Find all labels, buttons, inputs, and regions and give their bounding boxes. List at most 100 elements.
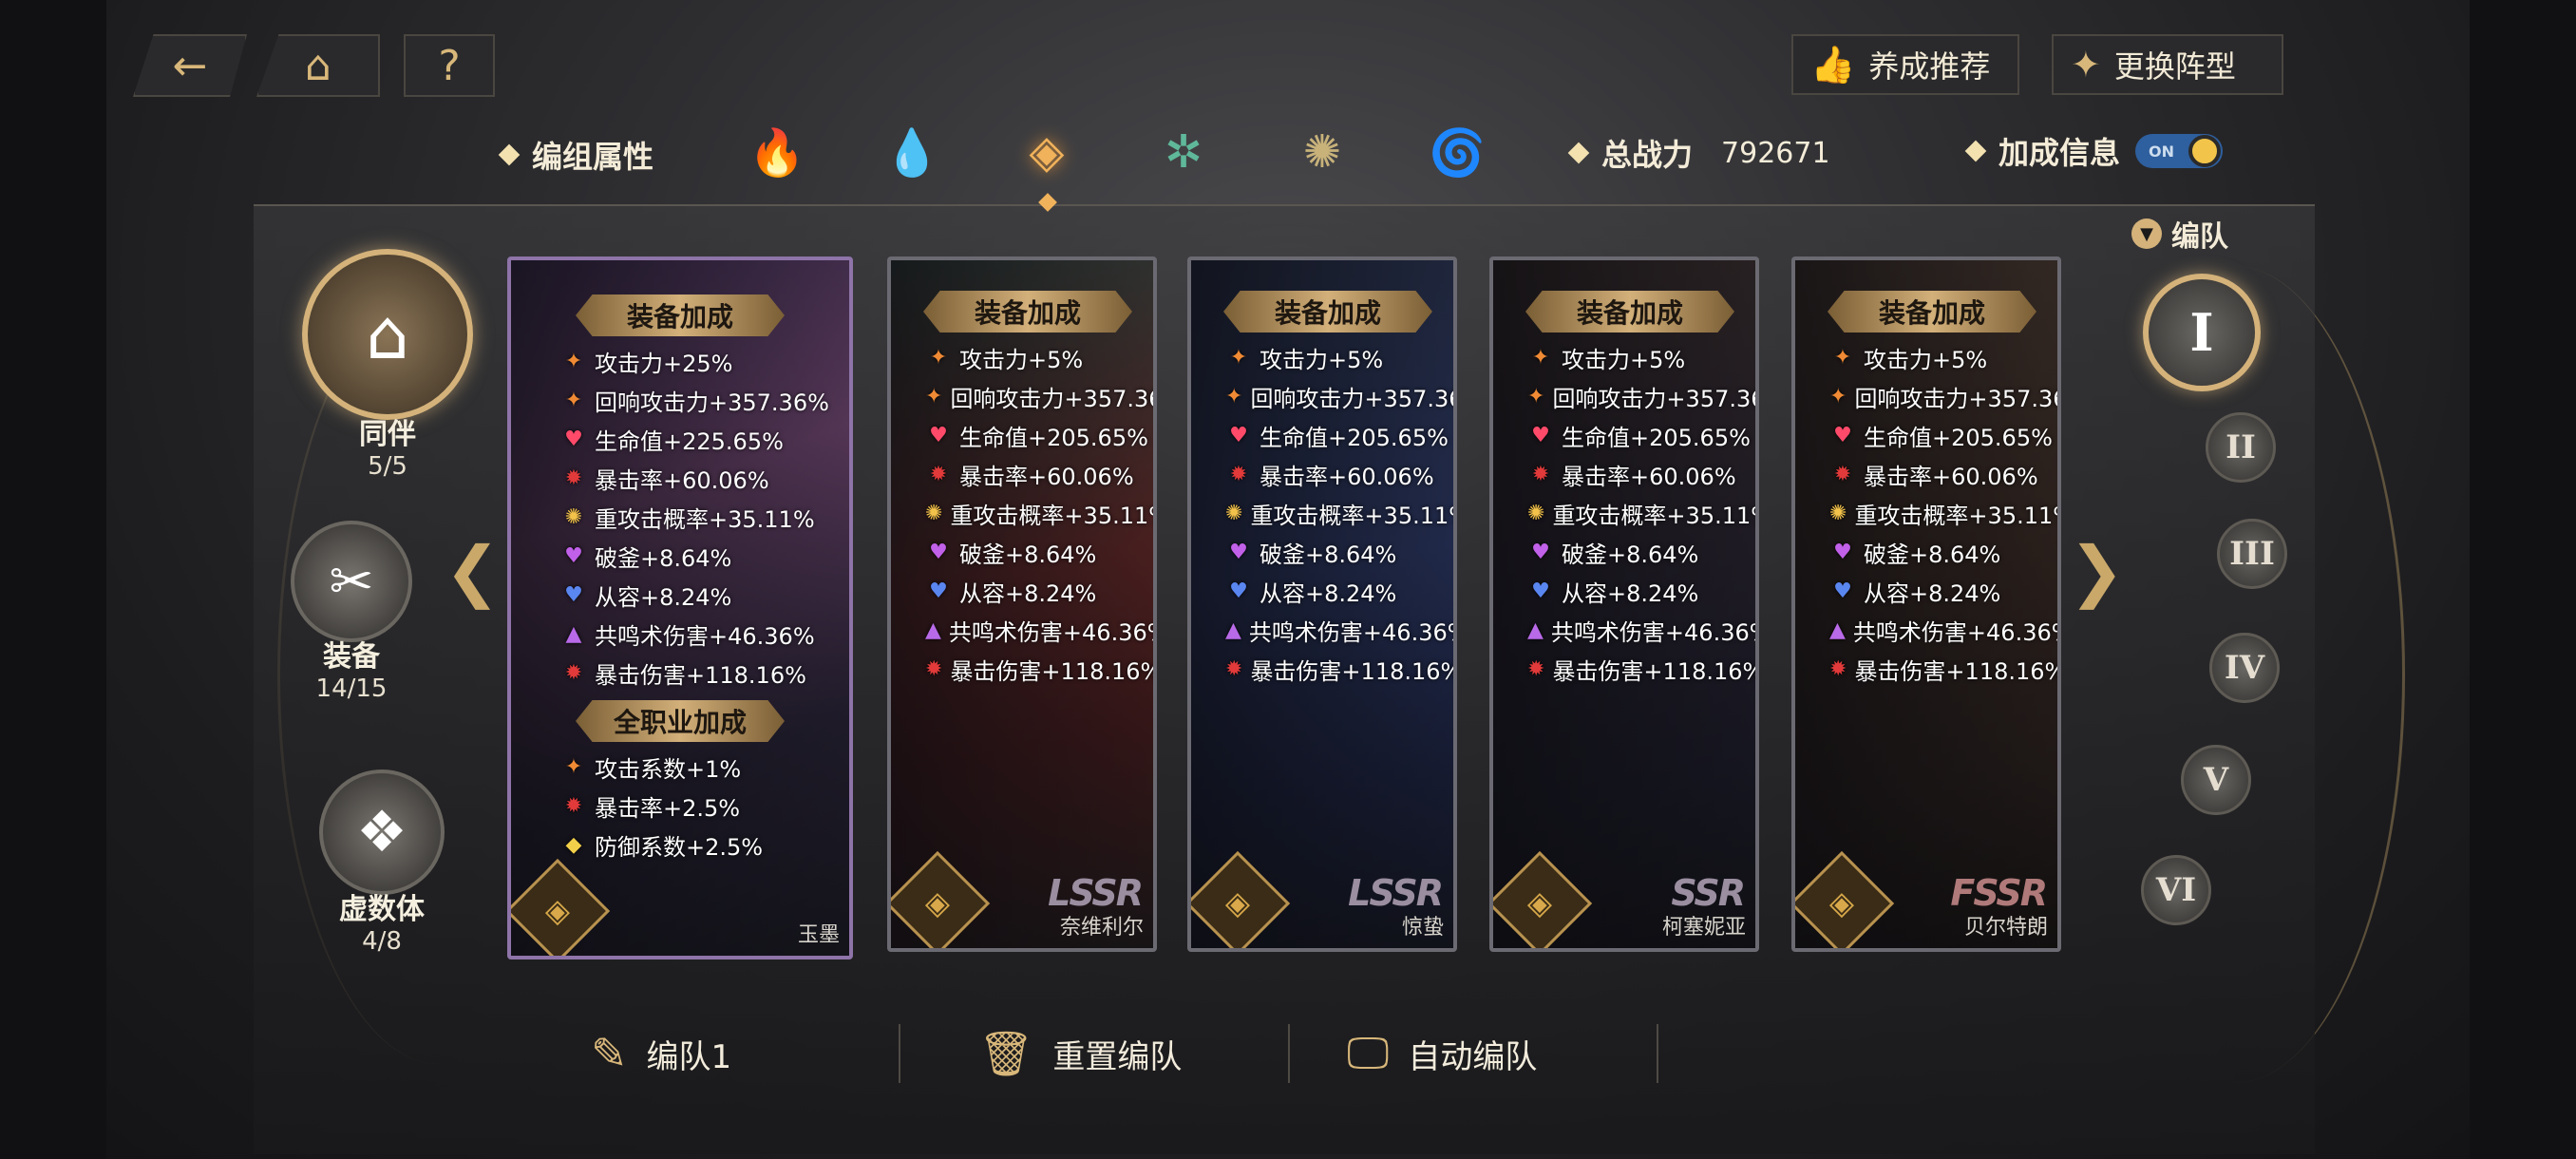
stat-icon: ✹ <box>925 657 943 681</box>
bonus-toggle[interactable]: ON <box>2135 134 2224 168</box>
member-card[interactable]: 装备加成 ✦攻击力+5%✦回响攻击力+357.36%♥生命值+205.65%✹暴… <box>1187 256 1457 952</box>
stat-icon: ✹ <box>564 661 583 685</box>
stat-icon: ✦ <box>1225 385 1243 408</box>
team-slot-3[interactable]: III <box>2217 519 2287 589</box>
stat-text: 重攻击概率+35.11% <box>595 506 815 533</box>
team-selector-header[interactable]: ▼ 编队 <box>2131 213 2228 255</box>
stat-icon: ✦ <box>1527 385 1545 408</box>
stat-row: ✹ 暴击率+60.06% <box>1795 455 2057 494</box>
chevron-down-icon: ▼ <box>2131 218 2162 249</box>
stat-icon: ♥ <box>564 583 583 607</box>
stat-icon: ♥ <box>1833 541 1852 564</box>
left-backdrop <box>0 0 106 1159</box>
auto-label: 自动编队 <box>1408 1037 1538 1076</box>
equipment-icon: ✂ <box>291 521 412 642</box>
side-label: 同伴 <box>359 418 416 451</box>
roman-label: IV <box>2224 649 2265 687</box>
stat-list: ✦攻击力+5%✦回响攻击力+357.36%♥生命值+205.65%✹暴击率+60… <box>1191 338 1453 689</box>
next-arrow-icon[interactable]: ❯ <box>2069 532 2125 610</box>
roman-label: I <box>2189 302 2214 363</box>
stat-row: ✦ 回响攻击力+357.36% <box>1493 377 1755 416</box>
stat-row: ✦ 攻击力+5% <box>1191 338 1453 377</box>
stat-row: ♥ 生命值+205.65% <box>891 416 1153 455</box>
companion-icon: ⌂ <box>302 249 473 420</box>
element-fire-icon[interactable]: 🔥 <box>747 122 807 182</box>
side-label: 装备 <box>323 640 380 674</box>
stat-row: ✹ 暴击率+60.06% <box>891 455 1153 494</box>
side-imaginary[interactable]: ❖ 虚数体 4/8 <box>319 770 445 956</box>
stat-text: 暴击伤害+118.16% <box>1854 658 2061 685</box>
stat-row: ♥ 从容+8.24% <box>1493 572 1755 611</box>
stat-icon: ▲ <box>1527 618 1544 642</box>
team-slot-5[interactable]: V <box>2181 745 2251 815</box>
team-slot-1[interactable]: I <box>2143 274 2261 391</box>
side-label: 虚数体 <box>339 893 425 926</box>
member-card[interactable]: 装备加成 ✦攻击力+5%✦回响攻击力+357.36%♥生命值+205.65%✹暴… <box>1791 256 2061 952</box>
stat-icon: ✹ <box>929 463 948 486</box>
recommend-button[interactable]: 👍 养成推荐 <box>1791 34 2019 95</box>
stat-row: ✹ 暴击率+2.5% <box>511 787 849 826</box>
stat-icon: ♥ <box>1833 424 1852 447</box>
reset-team-button[interactable]: 🗑 重置编队 <box>978 1016 1182 1091</box>
stat-list: ✦攻击力+5%✦回响攻击力+357.36%♥生命值+205.65%✹暴击率+60… <box>1795 338 2057 689</box>
character-name: 惊蛰 <box>1401 916 1444 940</box>
team-slot-2[interactable]: II <box>2206 412 2276 483</box>
stat-row: ✦ 攻击力+5% <box>1795 338 2057 377</box>
stat-row: ✦ 回响攻击力+357.36% <box>891 377 1153 416</box>
stat-icon: ◆ <box>565 833 582 857</box>
stat-icon: ✦ <box>564 350 583 373</box>
stat-text: 回响攻击力+357.36% <box>595 390 829 416</box>
formation-button[interactable]: ✦ 更换阵型 <box>2052 34 2283 95</box>
stat-text: 生命值+205.65% <box>1260 425 1449 451</box>
side-companion[interactable]: ⌂ 同伴 5/5 <box>302 249 473 481</box>
section-title: 装备加成 <box>923 291 1132 332</box>
stat-row: ✦ 攻击力+5% <box>891 338 1153 377</box>
stat-row: ✹ 暴击伤害+118.16% <box>1493 650 1755 689</box>
team-slot-6[interactable]: VI <box>2141 855 2211 925</box>
right-backdrop <box>2470 0 2576 1159</box>
stat-row: ✦ 回响攻击力+357.36% <box>1191 377 1453 416</box>
earth-icon: ◈ <box>924 884 951 922</box>
prev-arrow-icon[interactable]: ❮ <box>445 532 501 610</box>
divider <box>899 1024 900 1083</box>
member-card[interactable]: 装备加成 ✦ 攻击力+25% ✦ 回响攻击力+357.36% ♥ 生命值+225.65% ✹… <box>507 256 853 960</box>
member-card[interactable]: 装备加成 ✦攻击力+5%✦回响攻击力+357.36%♥生命值+205.65%✹暴… <box>1489 256 1759 952</box>
stat-text: 攻击系数+1% <box>595 756 742 783</box>
roman-label: VI <box>2155 871 2197 909</box>
side-count: 5/5 <box>368 452 407 481</box>
stat-text: 破釜+8.64% <box>1864 542 2001 568</box>
element-dark-icon[interactable]: 🌀 <box>1427 122 1487 182</box>
stat-row: ✺ 重攻击概率+35.11% <box>1493 494 1755 533</box>
stat-text: 共鸣术伤害+46.36% <box>948 619 1157 646</box>
element-earth-icon[interactable]: ◈ <box>1016 122 1077 182</box>
feather-icon: ✎ <box>591 1028 628 1079</box>
stat-text: 共鸣术伤害+46.36% <box>595 623 815 650</box>
card-stats: 装备加成 ✦攻击力+5%✦回响攻击力+357.36%♥生命值+205.65%✹暴… <box>1795 260 2057 689</box>
earth-icon: ◈ <box>1224 884 1251 922</box>
stat-icon: ✺ <box>1829 502 1847 525</box>
stat-icon: ✹ <box>564 466 583 490</box>
stat-text: 暴击率+2.5% <box>595 795 741 822</box>
element-light-icon[interactable]: ✺ <box>1292 122 1353 182</box>
team-slot-4[interactable]: IV <box>2209 633 2280 703</box>
team-name-button[interactable]: ✎ 编队1 <box>591 1016 731 1091</box>
diamond-icon <box>1964 140 1987 162</box>
element-wind-icon[interactable]: ✲ <box>1153 122 1214 182</box>
help-button[interactable]: ? <box>404 34 495 97</box>
element-water-icon[interactable]: 💧 <box>881 122 942 182</box>
auto-team-button[interactable]: 🖵 自动编队 <box>1347 1016 1537 1091</box>
stat-list: ✦攻击力+5%✦回响攻击力+357.36%♥生命值+205.65%✹暴击率+60… <box>1493 338 1755 689</box>
side-count: 14/15 <box>315 674 388 703</box>
stat-list: ✦ 攻击力+25% ✦ 回响攻击力+357.36% ♥ 生命值+225.65% ✹ 暴击率+6… <box>511 342 849 693</box>
stat-row: ▲ 共鸣术伤害+46.36% <box>1191 611 1453 650</box>
rank-label: FSSR <box>1950 872 2048 914</box>
member-card[interactable]: 装备加成 ✦攻击力+5%✦回响攻击力+357.36%♥生命值+205.65%✹暴… <box>887 256 1157 952</box>
dark-icon: 🌀 <box>1429 125 1486 180</box>
stat-row: ♥ 从容+8.24% <box>1191 572 1453 611</box>
side-equipment[interactable]: ✂ 装备 14/15 <box>291 521 412 703</box>
stat-icon: ✺ <box>925 502 943 525</box>
rank-label: LSSR <box>1048 872 1144 914</box>
stat-text: 破釜+8.64% <box>1562 542 1699 568</box>
stat-row: ✺ 重攻击概率+35.11% <box>891 494 1153 533</box>
reset-label: 重置编队 <box>1052 1037 1183 1076</box>
